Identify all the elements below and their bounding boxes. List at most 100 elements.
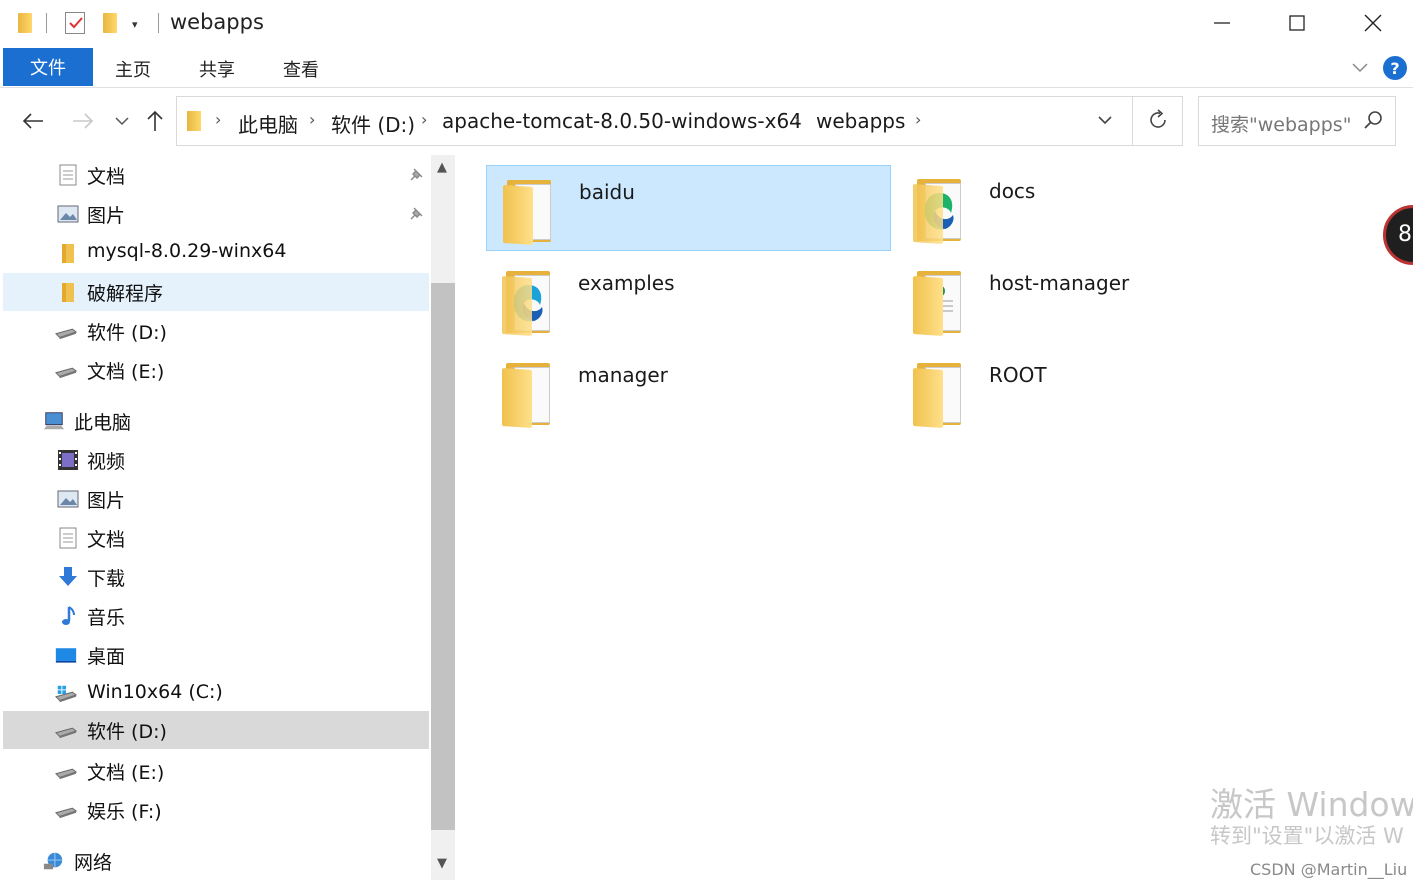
sidebar-item-this-pc[interactable]: 此电脑: [3, 402, 429, 440]
folder-icon: [500, 357, 558, 429]
sidebar-item-music[interactable]: 音乐: [3, 597, 429, 635]
search-input[interactable]: 搜索"webapps": [1211, 110, 1351, 137]
download-icon: [59, 567, 77, 586]
chevron-right-icon[interactable]: ›: [915, 110, 921, 129]
folder-name: host-manager: [989, 271, 1130, 295]
sidebar-item-label: 文档: [87, 529, 126, 551]
minimize-icon: [1214, 22, 1230, 24]
folder-name: ROOT: [989, 363, 1047, 387]
title-bar: ▾ webapps: [0, 0, 1413, 46]
scroll-up-icon[interactable]: ▲: [437, 160, 447, 175]
chevron-right-icon[interactable]: ›: [421, 110, 427, 129]
sidebar-scrollbar-thumb[interactable]: [431, 283, 455, 830]
sidebar-item-crack-programs[interactable]: 破解程序: [3, 273, 429, 311]
tab-home[interactable]: 主页: [115, 56, 151, 82]
tab-view[interactable]: 查看: [283, 56, 319, 82]
credit-watermark: CSDN @Martin__Liu: [1250, 860, 1408, 879]
folder-item-host-manager[interactable]: host-manager: [897, 257, 1302, 343]
close-icon: [1364, 14, 1382, 32]
divider: [1132, 97, 1133, 145]
folder-edge-icon: [500, 265, 558, 337]
help-icon[interactable]: ?: [1383, 56, 1407, 80]
breadcrumb-webapps[interactable]: webapps: [816, 109, 905, 133]
sidebar-item-documents-pinned[interactable]: 文档: [3, 156, 429, 194]
pin-icon[interactable]: [407, 205, 425, 223]
breadcrumb-drive-d[interactable]: 软件 (D:): [331, 109, 415, 138]
properties-check-icon[interactable]: [65, 12, 85, 34]
sidebar-item-label: 下载: [87, 568, 126, 590]
sidebar-item-videos[interactable]: 视频: [3, 441, 429, 479]
recent-locations-button[interactable]: [107, 106, 137, 136]
sidebar-item-mysql[interactable]: mysql-8.0.29-winx64: [3, 234, 429, 272]
pin-icon[interactable]: [407, 166, 425, 184]
folder-icon: [62, 283, 74, 302]
sidebar-item-label: 软件 (D:): [87, 721, 167, 743]
drive-icon: [55, 768, 77, 780]
sidebar-item-label: 文档 (E:): [87, 762, 165, 784]
forward-button[interactable]: [68, 106, 98, 136]
sidebar-item-label: 文档 (E:): [87, 361, 165, 383]
up-button[interactable]: [140, 106, 170, 136]
drive-icon: [55, 367, 77, 379]
folder-item-examples[interactable]: examples: [486, 257, 891, 343]
chevron-right-icon[interactable]: ›: [794, 110, 800, 129]
scroll-down-icon[interactable]: ▼: [437, 856, 447, 871]
folder-item-root[interactable]: ROOT: [897, 349, 1302, 435]
sidebar-item-label: mysql-8.0.29-winx64: [87, 240, 287, 262]
sidebar-item-network[interactable]: 网络: [3, 842, 429, 880]
sidebar-item-drive-e-quick[interactable]: 文档 (E:): [3, 351, 429, 389]
folder-name: manager: [578, 363, 668, 387]
sidebar-item-drive-e[interactable]: 文档 (E:): [3, 752, 429, 790]
sidebar-item-label: 网络: [74, 852, 113, 874]
chevron-right-icon[interactable]: ›: [309, 110, 315, 129]
sidebar-item-drive-f[interactable]: 娱乐 (F:): [3, 791, 429, 829]
minimize-button[interactable]: [1184, 0, 1260, 46]
breadcrumb-this-pc[interactable]: 此电脑: [238, 109, 298, 138]
folder-item-docs[interactable]: docs: [897, 165, 1302, 251]
close-button[interactable]: [1335, 0, 1411, 46]
video-icon: [58, 450, 78, 470]
drive-icon: [55, 328, 77, 340]
breadcrumb-tomcat[interactable]: apache-tomcat-8.0.50-windows-x64: [442, 109, 802, 133]
search-icon[interactable]: [1363, 110, 1383, 134]
drive-icon: [55, 807, 77, 819]
maximize-button[interactable]: [1259, 0, 1335, 46]
windows-drive-icon: [55, 685, 77, 703]
sidebar-item-label: 娱乐 (F:): [87, 801, 162, 823]
address-dropdown-icon[interactable]: [1097, 111, 1113, 130]
sidebar-item-label: 破解程序: [87, 283, 164, 305]
sidebar-item-pictures[interactable]: 图片: [3, 480, 429, 518]
sidebar-item-label: 视频: [87, 451, 126, 473]
chevron-right-icon: ›: [215, 110, 222, 129]
folder-item-manager[interactable]: manager: [486, 349, 891, 435]
expand-ribbon-icon[interactable]: [1351, 58, 1369, 77]
activation-watermark: 激活 Window: [1210, 785, 1413, 824]
folder-name: baidu: [579, 180, 635, 204]
back-button[interactable]: [18, 106, 48, 136]
search-box[interactable]: 搜索"webapps": [1198, 96, 1396, 146]
tab-share[interactable]: 共享: [199, 56, 235, 82]
music-icon: [62, 606, 75, 625]
sidebar-item-drive-d[interactable]: 软件 (D:): [3, 711, 429, 749]
sidebar-item-downloads[interactable]: 下载: [3, 558, 429, 596]
folder-icon: [911, 357, 969, 429]
sidebar-item-drive-c[interactable]: Win10x64 (C:): [3, 675, 429, 713]
document-icon: [59, 164, 77, 186]
address-bar[interactable]: › 此电脑 › 软件 (D:) › apache-tomcat-8.0.50-w…: [176, 96, 1183, 146]
sidebar-item-documents[interactable]: 文档: [3, 519, 429, 557]
pictures-icon: [57, 490, 79, 508]
navigation-bar: › 此电脑 › 软件 (D:) › apache-tomcat-8.0.50-w…: [0, 88, 1413, 152]
tab-file[interactable]: 文件: [3, 48, 93, 86]
folder-icon: [911, 265, 969, 337]
up-arrow-icon: [147, 110, 163, 131]
sidebar-item-desktop[interactable]: 桌面: [3, 636, 429, 674]
folder-item-baidu[interactable]: baidu: [486, 165, 891, 251]
sidebar-item-label: 图片: [87, 205, 126, 227]
sidebar-item-drive-d-quick[interactable]: 软件 (D:): [3, 312, 429, 350]
new-folder-icon[interactable]: [103, 13, 117, 33]
refresh-icon[interactable]: [1147, 109, 1169, 135]
folder-name: docs: [989, 179, 1036, 203]
divider: [158, 13, 159, 33]
sidebar-item-pictures-pinned[interactable]: 图片: [3, 195, 429, 233]
quick-access-dropdown-icon[interactable]: ▾: [132, 18, 138, 31]
